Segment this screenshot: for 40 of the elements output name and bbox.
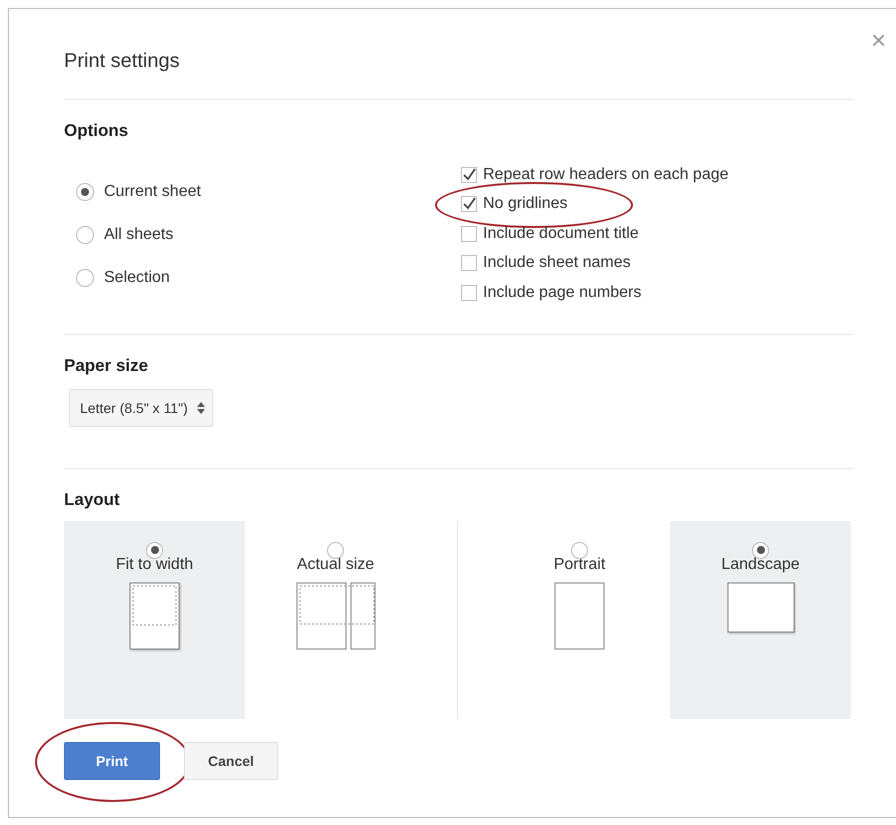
- radio-label: Current sheet: [104, 182, 201, 200]
- radio-button[interactable]: [76, 268, 94, 286]
- radio-label: All sheets: [104, 226, 174, 244]
- print-button[interactable]: Print: [64, 742, 160, 780]
- section-heading: Options: [64, 120, 130, 142]
- cancel-button[interactable]: Cancel: [184, 742, 278, 780]
- section-heading: Paper size: [64, 354, 150, 376]
- checkbox[interactable]: [461, 196, 477, 212]
- checkbox[interactable]: [461, 166, 477, 183]
- page-icon: [726, 582, 796, 636]
- dialog-title: Print settings: [64, 49, 181, 73]
- layout-option[interactable]: Portrait: [489, 520, 670, 718]
- checkbox-label: Include sheet names: [483, 254, 631, 272]
- page-icon: [552, 582, 606, 652]
- option-label: Fit to width: [116, 556, 194, 574]
- option-label: Actual size: [296, 556, 374, 574]
- radio-button[interactable]: [146, 542, 163, 558]
- checkbox-label: Include document title: [483, 224, 639, 243]
- radio-button[interactable]: [571, 542, 588, 558]
- sort-arrows-icon: [196, 400, 206, 414]
- pages-icon: [296, 582, 376, 652]
- checkbox[interactable]: [461, 255, 477, 272]
- page-icon: [128, 582, 182, 652]
- checkbox-label: No gridlines: [483, 195, 568, 214]
- checkbox-label: Repeat row headers on each page: [483, 166, 729, 184]
- paper-size-select[interactable]: Letter (8.5" x 11"): [69, 388, 213, 426]
- option-label: Landscape: [721, 556, 800, 574]
- radio-button[interactable]: [752, 542, 769, 558]
- option-label: Portrait: [554, 556, 606, 574]
- checkbox[interactable]: [461, 226, 477, 242]
- radio-label: Selection: [104, 268, 170, 286]
- radio-button[interactable]: [327, 542, 344, 558]
- layout-option[interactable]: Landscape: [670, 520, 851, 718]
- checkbox-label: Include page numbers: [483, 284, 642, 302]
- radio-button[interactable]: [76, 226, 94, 244]
- radio-button[interactable]: [76, 182, 94, 200]
- layout-option[interactable]: Actual size: [245, 520, 426, 718]
- layout-option[interactable]: Fit to width: [64, 520, 245, 718]
- section-heading: Layout: [64, 488, 121, 510]
- checkbox[interactable]: [461, 284, 477, 301]
